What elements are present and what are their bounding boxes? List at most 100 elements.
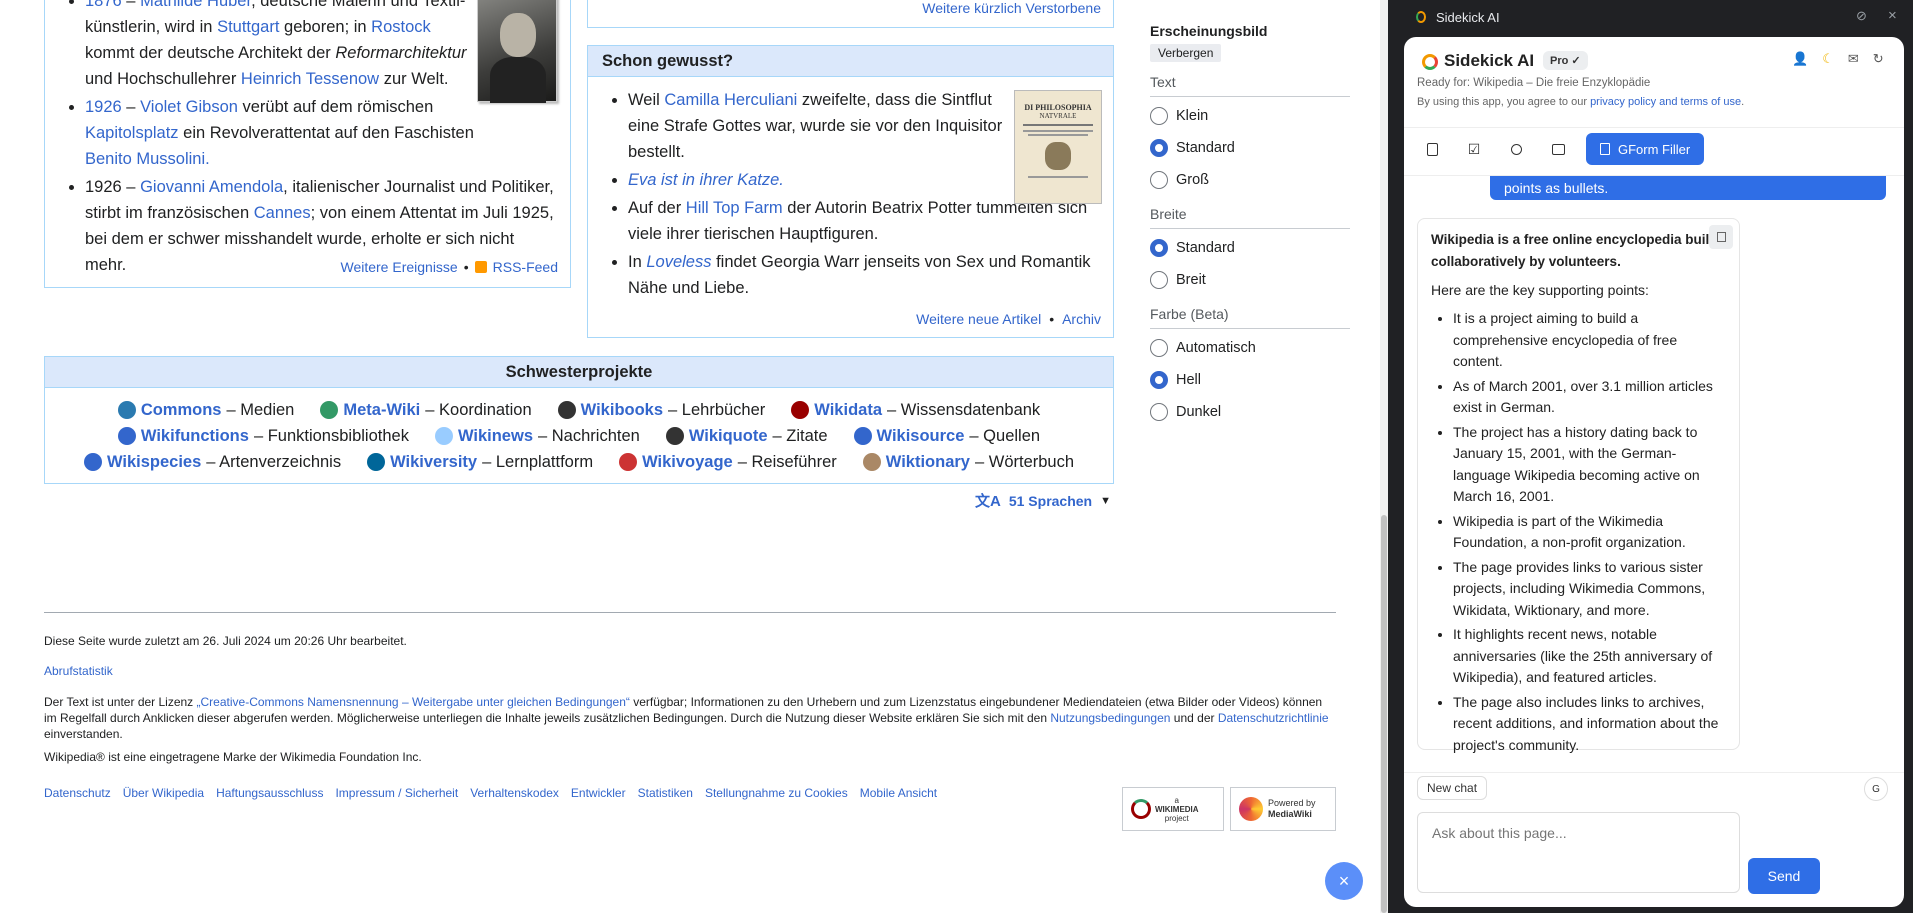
privacy-terms-link[interactable]: privacy policy and terms of use — [1590, 96, 1741, 108]
footer-link[interactable]: Statistiken — [638, 785, 693, 801]
wikimedia-project-badge[interactable]: a WIKIMEDIA project — [1122, 787, 1224, 831]
refresh-icon[interactable]: ↻ — [1873, 51, 1884, 67]
footer-link[interactable]: Stellungnahme zu Cookies — [705, 785, 848, 801]
close-floating-button[interactable]: × — [1325, 862, 1363, 900]
sister-project-desc: – Wörterbuch — [974, 453, 1075, 471]
chat-icon — [1551, 143, 1565, 155]
trademark-text: Wikipedia® ist eine eingetragene Marke d… — [44, 750, 422, 764]
sister-row: Commons – Medien Meta-Wiki – Koordination… — [45, 397, 1113, 423]
chat-button[interactable] — [1542, 133, 1574, 165]
footer-link[interactable]: Mobile Ansicht — [860, 785, 937, 801]
radio-button[interactable] — [1150, 107, 1168, 125]
send-button[interactable]: Send — [1748, 858, 1820, 894]
more-new-articles-link[interactable]: Weitere neue Artikel — [916, 311, 1041, 327]
sister-project-link[interactable]: Commons — [141, 397, 222, 423]
checklist-button[interactable]: ☑ — [1458, 133, 1490, 165]
radio-label: Breit — [1176, 272, 1206, 288]
radio-button[interactable] — [1150, 371, 1168, 389]
hill-top-farm-link[interactable]: Hill Top Farm — [686, 199, 783, 217]
radio-button[interactable] — [1150, 139, 1168, 157]
kapitolsplatz-link[interactable]: Kapitolsplatz — [85, 124, 179, 142]
account-avatar[interactable]: G — [1864, 777, 1888, 801]
radio-option[interactable]: Klein — [1150, 100, 1350, 132]
sister-project-link[interactable]: Wikinews — [458, 423, 533, 449]
dark-mode-icon[interactable]: ☾ — [1822, 51, 1834, 67]
year-link[interactable]: 1876 — [85, 0, 122, 10]
radio-button[interactable] — [1150, 403, 1168, 421]
new-chat-button[interactable]: New chat — [1417, 776, 1488, 800]
herculiani-link[interactable]: Camilla Herculiani — [664, 91, 797, 109]
question-input[interactable] — [1417, 812, 1740, 893]
powered-by-mediawiki-badge[interactable]: Powered by MediaWiki — [1230, 787, 1336, 831]
gform-filler-button[interactable]: GForm Filler — [1586, 133, 1705, 165]
year-link[interactable]: 1926 — [85, 98, 122, 116]
privacy-policy-link[interactable]: Datenschutzrichtlinie — [1218, 711, 1329, 725]
tessenow-link[interactable]: Heinrich Tessenow — [241, 70, 379, 88]
footer-link[interactable]: Datenschutz — [44, 785, 111, 801]
sister-project-link[interactable]: Wikifunctions — [141, 423, 249, 449]
sep: – — [121, 0, 141, 10]
mail-icon[interactable]: ✉ — [1848, 51, 1859, 67]
radio-option[interactable]: Breit — [1150, 264, 1350, 296]
sister-project-link[interactable]: Wikidata — [814, 397, 882, 423]
panel-titlebar: Sidekick AI ⊘ × — [1388, 0, 1913, 36]
footer-link[interactable]: Haftungsausschluss — [216, 785, 323, 801]
radio-button[interactable] — [1150, 171, 1168, 189]
text: MediaWiki — [1268, 809, 1312, 819]
checklist-icon: ☑ — [1467, 140, 1481, 157]
cannes-link[interactable]: Cannes — [254, 204, 311, 222]
language-switch[interactable]: 文A 51 Sprachen ▼ — [975, 490, 1111, 511]
rss-feed-link[interactable]: RSS-Feed — [493, 259, 558, 275]
archive-link[interactable]: Archiv — [1062, 311, 1101, 327]
loveless-link[interactable]: Loveless — [646, 253, 711, 271]
sister-project: Meta-Wiki – Koordination — [320, 397, 532, 423]
radio-button[interactable] — [1150, 271, 1168, 289]
user-icon[interactable]: 👤 — [1792, 51, 1808, 67]
document-button[interactable] — [1416, 133, 1448, 165]
eva-link[interactable]: Eva ist in ihrer Katze. — [628, 171, 784, 189]
copy-button[interactable] — [1709, 225, 1733, 249]
width-label: Breite — [1150, 206, 1350, 229]
footer-link[interactable]: Impressum / Sicherheit — [335, 785, 458, 801]
terms-link[interactable]: Nutzungsbedingungen — [1050, 711, 1170, 725]
radio-option[interactable]: Groß — [1150, 164, 1350, 196]
sister-project-link[interactable]: Wiktionary — [886, 449, 970, 475]
text: kommt der deutsche Architekt der — [85, 44, 336, 62]
person-link[interactable]: Mathilde Huber — [140, 0, 251, 10]
footer-link[interactable]: Über Wikipedia — [123, 785, 204, 801]
close-panel-icon[interactable]: × — [1888, 7, 1897, 24]
radio-button[interactable] — [1150, 239, 1168, 257]
license-link[interactable]: „Creative-Commons Namensnennung – Weiter… — [197, 695, 630, 709]
radio-option[interactable]: Hell — [1150, 364, 1350, 396]
unpin-icon[interactable]: ⊘ — [1856, 8, 1867, 24]
sister-project-link[interactable]: Wikivoyage — [642, 449, 733, 475]
page-stats-link[interactable]: Abrufstatistik — [44, 664, 113, 678]
sister-project-link[interactable]: Wikispecies — [107, 449, 201, 475]
sister-project-link[interactable]: Wikibooks — [581, 397, 663, 423]
radio-option[interactable]: Dunkel — [1150, 396, 1350, 428]
gibson-link[interactable]: Violet Gibson — [140, 98, 238, 116]
hide-appearance-button[interactable]: Verbergen — [1150, 44, 1222, 62]
toolbar: ☑ GForm Filler — [1416, 133, 1705, 165]
amendola-link[interactable]: Giovanni Amendola — [140, 178, 283, 196]
scrollbar-thumb[interactable] — [1381, 515, 1387, 913]
sister-project-link[interactable]: Wikisource — [877, 423, 965, 449]
footer-link[interactable]: Verhaltenskodex — [470, 785, 559, 801]
more-recent-deaths-link[interactable]: Weitere kürzlich Verstorbene — [922, 0, 1101, 16]
sister-project: Wikifunctions – Funktionsbibliothek — [117, 423, 409, 449]
rostock-link[interactable]: Rostock — [371, 18, 431, 36]
radio-button[interactable] — [1150, 339, 1168, 357]
sister-project-link[interactable]: Meta-Wiki — [343, 397, 420, 423]
mussolini-link[interactable]: Benito Mussolini — [85, 150, 205, 168]
text: ein Revolverattentat auf den Faschisten — [178, 124, 474, 142]
radio-option[interactable]: Automatisch — [1150, 332, 1350, 364]
more-events-link[interactable]: Weitere Ereignisse — [340, 259, 457, 275]
sister-project-link[interactable]: Wikiquote — [689, 423, 768, 449]
stuttgart-link[interactable]: Stuttgart — [217, 18, 279, 36]
radio-option[interactable]: Standard — [1150, 132, 1350, 164]
footer-link[interactable]: Entwickler — [571, 785, 626, 801]
radio-option[interactable]: Standard — [1150, 232, 1350, 264]
search-button[interactable] — [1500, 133, 1532, 165]
sister-project-link[interactable]: Wikiversity — [390, 449, 477, 475]
anniversaries-box: 1876 – Mathilde Huber, deutsche Malerin … — [44, 0, 571, 288]
